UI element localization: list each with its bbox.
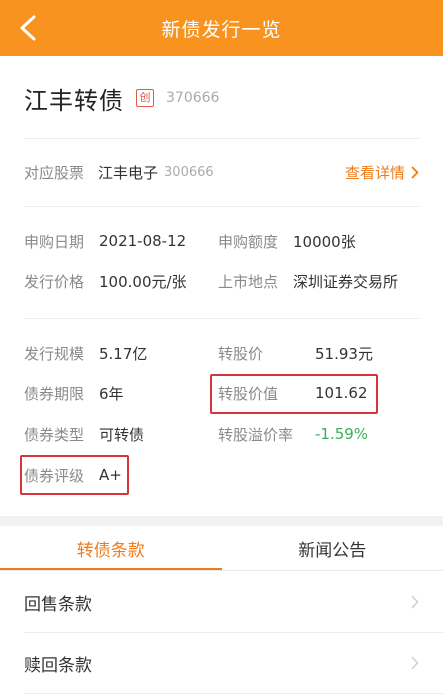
issue-price-value: 100.00元/张 bbox=[99, 272, 187, 291]
back-button[interactable] bbox=[12, 12, 44, 44]
tab-bar-border bbox=[0, 570, 443, 571]
tab-bond-terms[interactable]: 转债条款 bbox=[0, 526, 222, 570]
subscribe-amount-label: 申购额度 bbox=[218, 232, 279, 251]
related-stock-name: 江丰电子 bbox=[98, 163, 159, 182]
related-stock-row: 对应股票 江丰电子 300666 查看详情 bbox=[24, 150, 419, 194]
list-item-put-terms[interactable]: 回售条款 bbox=[0, 572, 443, 632]
bond-name: 江丰转债 bbox=[24, 86, 124, 115]
term-value: 6年 bbox=[99, 384, 124, 403]
divider bbox=[24, 138, 419, 139]
term-cell: 债券期限 6年 bbox=[24, 380, 124, 406]
subscribe-amount-value: 10000张 bbox=[293, 232, 356, 251]
issue-size-cell: 发行规模 5.17亿 bbox=[24, 340, 147, 366]
listing-place-value: 深圳证券交易所 bbox=[293, 272, 399, 291]
chevron-right-icon bbox=[411, 656, 419, 670]
divider bbox=[24, 693, 443, 694]
issue-size-label: 发行规模 bbox=[24, 344, 85, 363]
back-arrow-icon bbox=[20, 15, 36, 41]
view-details-link[interactable]: 查看详情 bbox=[345, 162, 419, 183]
premium-value: -1.59% bbox=[315, 425, 369, 443]
chevron-right-icon bbox=[411, 595, 419, 609]
related-stock-code: 300666 bbox=[164, 164, 214, 180]
app-header: 新债发行一览 bbox=[0, 0, 443, 56]
bond-title-row: 江丰转债 创 370666 bbox=[24, 78, 219, 118]
subscribe-amount-cell: 申购额度 10000张 bbox=[218, 228, 356, 254]
listing-place-cell: 上市地点 深圳证券交易所 bbox=[218, 268, 398, 294]
issue-price-cell: 发行价格 100.00元/张 bbox=[24, 268, 187, 294]
subscribe-date-value: 2021-08-12 bbox=[99, 232, 187, 250]
subscribe-date-label: 申购日期 bbox=[24, 232, 85, 251]
listing-place-label: 上市地点 bbox=[218, 272, 279, 291]
conversion-value-highlight bbox=[210, 374, 378, 414]
chevron-right-icon bbox=[411, 166, 419, 178]
page-title: 新债发行一览 bbox=[161, 18, 282, 41]
tab-news[interactable]: 新闻公告 bbox=[222, 526, 443, 570]
bond-code: 370666 bbox=[166, 90, 220, 106]
list-item-call-terms[interactable]: 赎回条款 bbox=[0, 633, 443, 693]
call-terms-label: 赎回条款 bbox=[24, 655, 92, 676]
bond-type-value: 可转债 bbox=[99, 425, 145, 444]
conversion-price-value: 51.93元 bbox=[315, 344, 373, 363]
tab-news-label: 新闻公告 bbox=[298, 540, 367, 561]
issue-price-label: 发行价格 bbox=[24, 272, 85, 291]
tab-bar: 转债条款 新闻公告 bbox=[0, 526, 443, 570]
related-stock-label: 对应股票 bbox=[24, 163, 85, 182]
premium-cell: 转股溢价率 -1.59% bbox=[218, 421, 368, 447]
chuang-badge: 创 bbox=[136, 89, 154, 107]
tab-bond-terms-label: 转债条款 bbox=[76, 540, 145, 561]
bond-type-label: 债券类型 bbox=[24, 425, 85, 444]
put-terms-label: 回售条款 bbox=[24, 594, 92, 615]
view-details-label: 查看详情 bbox=[344, 163, 405, 182]
premium-label: 转股溢价率 bbox=[218, 425, 294, 444]
divider bbox=[24, 318, 419, 319]
conversion-price-cell: 转股价 51.93元 bbox=[218, 340, 373, 366]
conversion-price-label: 转股价 bbox=[218, 344, 264, 363]
bond-type-cell: 债券类型 可转债 bbox=[24, 421, 144, 447]
rating-highlight bbox=[20, 455, 129, 495]
subscribe-date-cell: 申购日期 2021-08-12 bbox=[24, 228, 186, 254]
section-separator bbox=[0, 516, 443, 526]
term-label: 债券期限 bbox=[24, 384, 85, 403]
divider bbox=[24, 206, 419, 207]
issue-size-value: 5.17亿 bbox=[99, 344, 148, 363]
